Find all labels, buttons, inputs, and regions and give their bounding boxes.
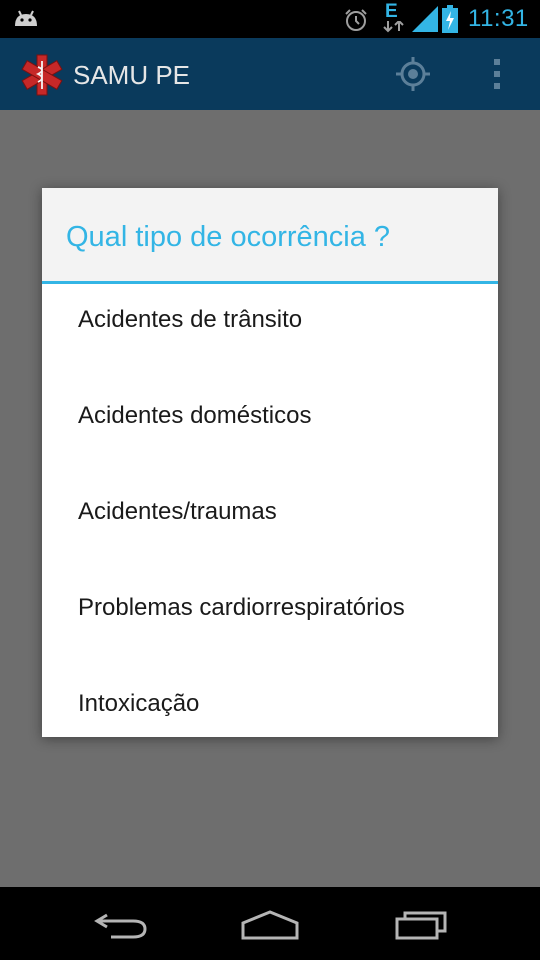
back-icon[interactable] xyxy=(93,909,149,941)
option-acidentes-de-transito[interactable]: Acidentes de trânsito xyxy=(42,287,498,383)
dialog-header: Qual tipo de ocorrência ? xyxy=(42,188,498,284)
option-label: Intoxicação xyxy=(78,690,200,717)
option-acidentes-domesticos[interactable]: Acidentes domésticos xyxy=(42,383,498,479)
dialog-title: Qual tipo de ocorrência ? xyxy=(66,221,391,253)
option-label: Acidentes/traumas xyxy=(78,498,277,525)
option-acidentes-traumas[interactable]: Acidentes/traumas xyxy=(42,479,498,575)
overflow-menu-icon[interactable] xyxy=(488,56,506,92)
network-type: E xyxy=(385,1,398,22)
option-label: Acidentes domésticos xyxy=(78,402,312,429)
recents-icon[interactable] xyxy=(393,907,449,941)
status-bar: E 11:31 xyxy=(0,0,540,38)
gps-locate-icon[interactable] xyxy=(395,56,431,92)
clock: 11:31 xyxy=(468,5,529,32)
option-label: Acidentes de trânsito xyxy=(78,306,303,333)
option-label: Problemas cardiorrespiratórios xyxy=(78,594,405,621)
app-title: SAMU PE xyxy=(73,60,191,90)
option-intoxicacao[interactable]: Intoxicação xyxy=(42,671,498,737)
android-notification-icon xyxy=(15,10,37,26)
alarm-icon xyxy=(345,9,367,31)
home-icon[interactable] xyxy=(240,909,300,941)
navigation-bar xyxy=(0,887,540,960)
option-problemas-cardiorrespiratorios[interactable]: Problemas cardiorrespiratórios xyxy=(42,575,498,671)
star-of-life-icon xyxy=(21,54,63,96)
edge-data-icon: E xyxy=(382,1,406,33)
battery-charging-icon xyxy=(442,5,458,33)
occurrence-type-dialog: Qual tipo de ocorrência ? Acidentes de t… xyxy=(42,188,498,737)
action-bar: SAMU PE xyxy=(0,38,540,110)
signal-icon xyxy=(412,6,438,32)
